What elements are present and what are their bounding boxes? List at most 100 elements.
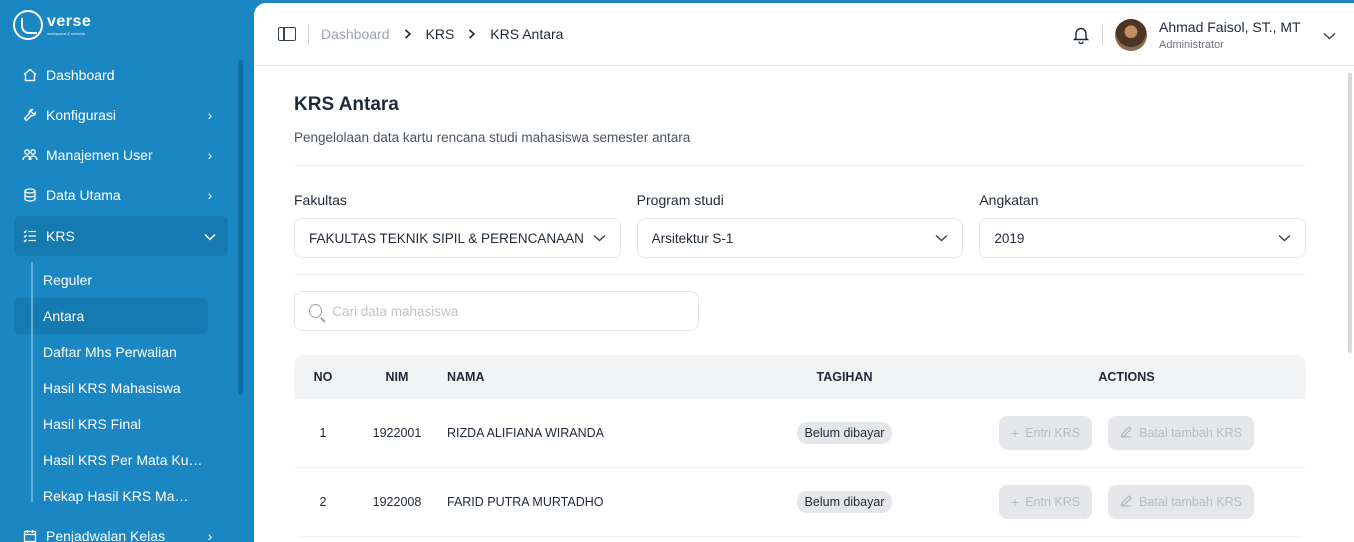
status-badge: Belum dibayar (796, 491, 893, 513)
batal-tambah-krs-button[interactable]: Batal tambah KRS (1108, 485, 1254, 519)
sidebar-item-label: Data Utama (46, 187, 121, 203)
divider (1102, 24, 1103, 45)
page-scrollbar[interactable] (1348, 73, 1352, 353)
breadcrumb-krs[interactable]: KRS (426, 26, 455, 42)
chevron-right-icon: › (207, 147, 213, 163)
filter-prodi: Program studi Arsitektur S-1 (636, 192, 964, 258)
cell-tagihan: Belum dibayar (742, 422, 947, 444)
logo-mark-icon (13, 10, 43, 40)
select-value: Arsitektur S-1 (651, 230, 734, 246)
subitem-label: Daftar Mhs Perwalian (43, 344, 177, 360)
chevron-down-icon (1278, 231, 1291, 245)
krs-submenu: Reguler Antara Daftar Mhs Perwalian Hasi… (14, 262, 228, 514)
sidebar-scrollbar[interactable] (238, 60, 243, 395)
divider (294, 274, 1306, 275)
filter-label: Fakultas (294, 192, 347, 208)
sidebar-toggle-icon[interactable] (278, 27, 296, 41)
button-label: Batal tambah KRS (1139, 495, 1242, 509)
topbar-right: Ahmad Faisol, ST., MT Administrator (1072, 3, 1336, 66)
sidebar-item-penjadwalan-kelas[interactable]: Penjadwalan Kelas › (14, 516, 228, 542)
students-table: NO NIM NAMA TAGIHAN ACTIONS 1 1922001 RI… (294, 355, 1306, 537)
cell-no: 1 (319, 426, 327, 440)
topbar: Dashboard KRS KRS Antara Ahmad Faisol, S… (254, 3, 1354, 66)
calendar-icon (22, 528, 38, 542)
sidebar-subitem-rekap-hasil-krs[interactable]: Rekap Hasil KRS Mahasiswa (14, 478, 208, 514)
table-row: 2 1922008 FARID PUTRA MURTADHO Belum dib… (294, 468, 1306, 537)
divider (308, 24, 309, 44)
bell-icon[interactable] (1072, 26, 1090, 44)
search-input[interactable] (332, 303, 684, 319)
user-name: Ahmad Faisol, ST., MT (1159, 18, 1301, 35)
sidebar-item-konfigurasi[interactable]: Konfigurasi › (14, 95, 228, 135)
chevron-right-icon (404, 27, 412, 42)
search-box[interactable] (294, 291, 699, 331)
sidebar-subitem-hasil-krs-mahasiswa[interactable]: Hasil KRS Mahasiswa (14, 370, 208, 406)
status-badge: Belum dibayar (796, 422, 893, 444)
filters: Fakultas FAKULTAS TEKNIK SIPIL & PERENCA… (294, 192, 1307, 258)
prodi-select[interactable]: Arsitektur S-1 (636, 218, 964, 258)
sidebar-subitem-hasil-krs-final[interactable]: Hasil KRS Final (14, 406, 208, 442)
submenu-line (31, 262, 33, 502)
edit-icon (1120, 494, 1133, 510)
sidebar-item-label: Manajemen User (46, 147, 153, 163)
sidebar-subitem-antara[interactable]: Antara (14, 298, 208, 334)
subitem-label: Hasil KRS Mahasiswa (43, 380, 181, 396)
header-no: NO (313, 370, 333, 384)
breadcrumb-current: KRS Antara (490, 26, 564, 42)
entri-krs-button[interactable]: + Entri KRS (999, 485, 1093, 519)
sidebar-item-data-utama[interactable]: Data Utama › (14, 175, 228, 215)
cell-nama: FARID PUTRA MURTADHO (447, 495, 604, 509)
sidebar-item-label: Penjadwalan Kelas (46, 528, 166, 542)
filter-fakultas: Fakultas FAKULTAS TEKNIK SIPIL & PERENCA… (294, 192, 621, 258)
fakultas-select[interactable]: FAKULTAS TEKNIK SIPIL & PERENCANAAN (294, 218, 621, 258)
plus-icon: + (1011, 494, 1020, 510)
cell-tagihan: Belum dibayar (742, 491, 947, 513)
subitem-label: Hasil KRS Per Mata Kuliah (43, 452, 203, 468)
sidebar-subitem-hasil-krs-per-mk[interactable]: Hasil KRS Per Mata Kuliah (14, 442, 208, 478)
user-info[interactable]: Ahmad Faisol, ST., MT Administrator (1159, 19, 1319, 51)
sidebar-item-dashboard[interactable]: Dashboard (14, 55, 228, 95)
filter-angkatan: Angkatan 2019 (979, 192, 1307, 258)
chevron-right-icon: › (207, 107, 213, 123)
sidebar-item-krs[interactable]: KRS (14, 216, 228, 256)
page-title: KRS Antara (294, 94, 399, 115)
search-icon (309, 304, 323, 318)
header-nama: NAMA (447, 370, 485, 384)
logo-subtitle: workspace & network (47, 31, 86, 36)
sidebar-subitem-daftar-mhs-perwalian[interactable]: Daftar Mhs Perwalian (14, 334, 208, 370)
wrench-icon (22, 107, 38, 123)
breadcrumb-dashboard[interactable]: Dashboard (321, 26, 390, 42)
cell-nama: RIZDA ALIFIANA WIRANDA (447, 426, 604, 440)
avatar[interactable] (1115, 18, 1147, 51)
cell-actions: + Entri KRS Batal tambah KRS (947, 416, 1306, 450)
subitem-label: Reguler (43, 272, 93, 288)
entri-krs-button[interactable]: + Entri KRS (999, 416, 1093, 450)
chevron-down-icon (593, 231, 606, 245)
subitem-label: Hasil KRS Final (43, 416, 142, 432)
app-logo[interactable]: verse workspace & network (13, 10, 91, 40)
batal-tambah-krs-button[interactable]: Batal tambah KRS (1108, 416, 1254, 450)
header-nim: NIM (385, 370, 409, 384)
header-tagihan: TAGIHAN (816, 370, 873, 384)
sidebar: verse workspace & network Dashboard Konf… (0, 0, 254, 542)
cell-actions: + Entri KRS Batal tambah KRS (947, 485, 1306, 519)
sidebar-item-label: Konfigurasi (46, 107, 117, 123)
select-value: 2019 (994, 230, 1025, 246)
page-description: Pengelolaan data kartu rencana studi mah… (294, 130, 691, 145)
breadcrumb: Dashboard KRS KRS Antara (321, 26, 563, 42)
filter-label: Program studi (636, 192, 724, 208)
button-label: Entri KRS (1025, 495, 1081, 509)
button-label: Batal tambah KRS (1139, 426, 1242, 440)
chevron-down-icon[interactable] (1323, 27, 1336, 43)
chevron-right-icon (468, 27, 476, 42)
table-header: NO NIM NAMA TAGIHAN ACTIONS (294, 355, 1306, 399)
chevron-right-icon: › (207, 187, 213, 203)
user-role: Administrator (1159, 38, 1224, 51)
sidebar-subitem-reguler[interactable]: Reguler (14, 262, 208, 298)
edit-icon (1120, 425, 1133, 441)
sidebar-item-manajemen-user[interactable]: Manajemen User › (14, 135, 228, 175)
users-icon (22, 147, 38, 163)
cell-nim: 1922008 (372, 495, 422, 509)
divider (294, 165, 1306, 166)
angkatan-select[interactable]: 2019 (979, 218, 1307, 258)
